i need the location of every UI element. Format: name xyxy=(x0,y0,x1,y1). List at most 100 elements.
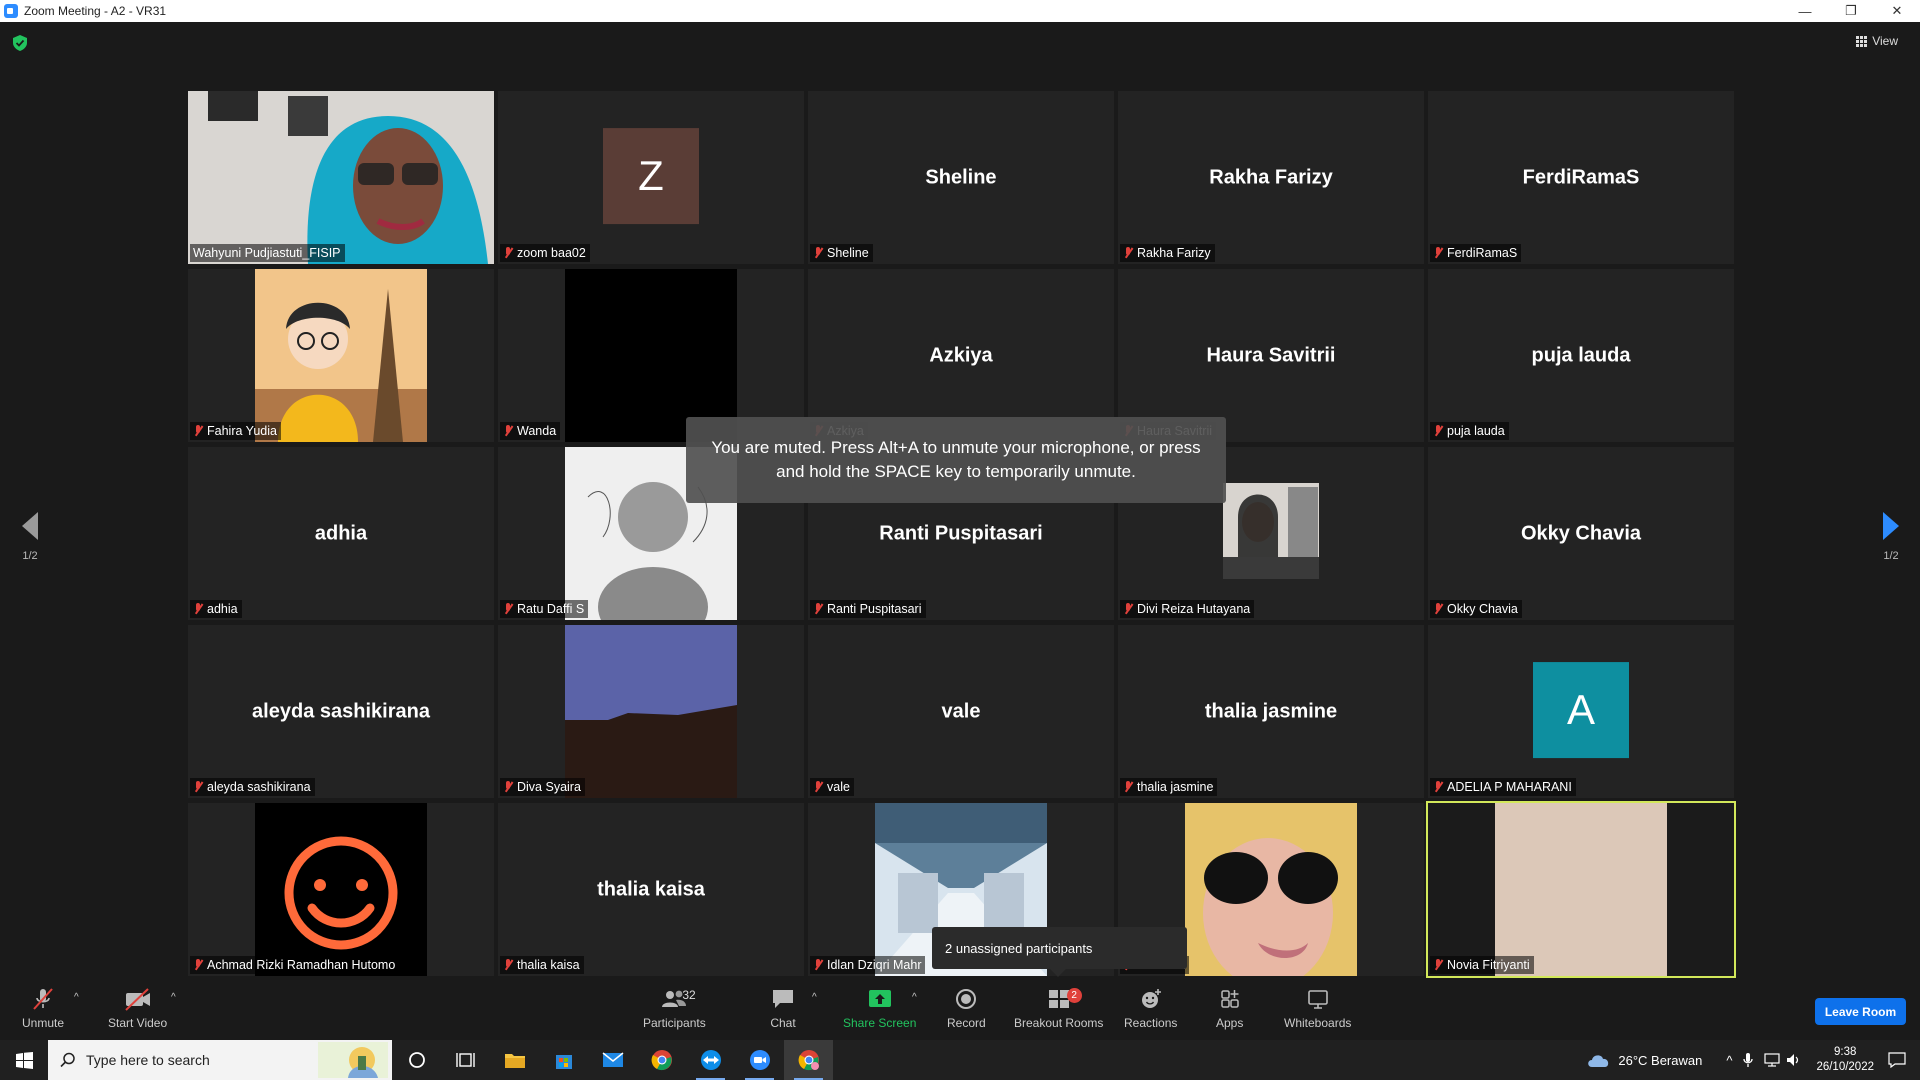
participant-tile[interactable]: Okky Chavia Okky Chavia xyxy=(1428,447,1734,620)
participant-name: zoom baa02 xyxy=(517,246,586,260)
participant-name-label: Fahira Yudia xyxy=(190,422,281,440)
participant-name-label: thalia jasmine xyxy=(1120,778,1218,796)
participant-tile[interactable]: Achmad Rizki Ramadhan Hutomo xyxy=(188,803,494,976)
microphone-muted-icon xyxy=(503,959,513,971)
search-placeholder: Type here to search xyxy=(86,1052,210,1068)
participant-name-label: FerdiRamaS xyxy=(1430,244,1522,262)
breakout-rooms-button[interactable]: 2 Breakout Rooms xyxy=(1014,986,1103,1036)
system-tray: 26°C Berawan ^ 9:38 26/10/2022 xyxy=(1586,1040,1920,1080)
microphone-muted-icon xyxy=(1123,603,1133,615)
record-button[interactable]: Record xyxy=(947,986,986,1036)
file-explorer-app[interactable] xyxy=(490,1040,539,1080)
microphone-muted-icon xyxy=(193,425,203,437)
participant-tile[interactable]: Fahira Yudia xyxy=(188,269,494,442)
participant-tile[interactable]: aleyda sashikirana aleyda sashikirana xyxy=(188,625,494,798)
participant-name-label: ADELIA P MAHARANI xyxy=(1430,778,1576,796)
share-screen-button[interactable]: Share Screen xyxy=(843,986,916,1036)
participant-name-label: Ratu Daffi S xyxy=(500,600,589,618)
share-options-caret-icon[interactable]: ^ xyxy=(912,992,917,1003)
microphone-muted-icon xyxy=(813,603,823,615)
volume-icon[interactable] xyxy=(1786,1053,1802,1067)
start-button[interactable] xyxy=(0,1040,48,1080)
close-button[interactable]: ✕ xyxy=(1874,0,1920,22)
unmute-button[interactable]: Unmute xyxy=(22,986,64,1036)
participant-video xyxy=(565,625,737,798)
participants-button[interactable]: 32 Participants xyxy=(643,986,706,1036)
weather-text[interactable]: 26°C Berawan xyxy=(1618,1053,1702,1068)
apps-label: Apps xyxy=(1216,1016,1244,1030)
microsoft-store-app[interactable] xyxy=(539,1040,588,1080)
muted-notification: You are muted. Press Alt+A to unmute you… xyxy=(686,417,1226,503)
participant-tile[interactable]: Wahyuni Pudjiastuti_FISIP xyxy=(188,91,494,264)
start-video-label: Start Video xyxy=(108,1016,168,1030)
participant-display-name: adhia xyxy=(314,522,368,544)
microphone-tray-icon[interactable] xyxy=(1742,1052,1754,1068)
participant-tile[interactable]: Novia Fitriyanti xyxy=(1426,801,1736,978)
participant-tile[interactable]: Sheline Sheline xyxy=(808,91,1114,264)
view-button[interactable]: View xyxy=(1856,34,1898,48)
participant-tile[interactable]: puja lauda puja lauda xyxy=(1428,269,1734,442)
apps-button[interactable]: Apps xyxy=(1216,986,1243,1036)
next-page-button[interactable]: 1/2 xyxy=(1876,512,1906,562)
show-hidden-icons-chevron-icon[interactable]: ^ xyxy=(1726,1053,1732,1068)
participant-tile[interactable]: Diva Syaira xyxy=(498,625,804,798)
video-options-caret-icon[interactable]: ^ xyxy=(171,992,176,1003)
share-screen-label: Share Screen xyxy=(843,1016,917,1030)
participant-name-label: adhia xyxy=(190,600,242,618)
audio-options-caret-icon[interactable]: ^ xyxy=(74,992,79,1003)
participant-name: Novia Fitriyanti xyxy=(1447,958,1530,972)
participant-name: Rakha Farizy xyxy=(1137,246,1211,260)
start-video-button[interactable]: Start Video xyxy=(108,986,167,1036)
encryption-shield-icon[interactable] xyxy=(13,35,27,51)
microphone-muted-icon xyxy=(503,603,513,615)
maximize-button[interactable]: ❐ xyxy=(1828,0,1874,22)
participant-name: vale xyxy=(827,780,850,794)
zoom-app[interactable] xyxy=(735,1040,784,1080)
participant-tile[interactable]: adhia adhia xyxy=(188,447,494,620)
participant-tile[interactable]: vale vale xyxy=(808,625,1114,798)
participant-display-name: Rakha Farizy xyxy=(1209,166,1333,188)
microphone-muted-icon xyxy=(1433,425,1443,437)
participant-name-label: Diva Syaira xyxy=(500,778,585,796)
network-icon[interactable] xyxy=(1764,1053,1781,1067)
participant-tile[interactable]: Zzoom baa02 xyxy=(498,91,804,264)
participant-video xyxy=(255,269,427,442)
task-view-icon xyxy=(455,1053,475,1067)
cloud-weather-icon xyxy=(1588,1055,1609,1067)
meeting-area: View 1/2 1/2 Wahyuni Pudjiastuti_FISIP Zz… xyxy=(0,22,1920,980)
chat-button[interactable]: Chat xyxy=(770,986,796,1036)
mail-app[interactable] xyxy=(588,1040,637,1080)
teamviewer-app[interactable] xyxy=(686,1040,735,1080)
chrome-app[interactable] xyxy=(637,1040,686,1080)
participant-name: Divi Reiza Hutayana xyxy=(1137,602,1251,616)
unassigned-participants-popup[interactable]: 2 unassigned participants xyxy=(932,927,1187,977)
search-icon xyxy=(60,1052,75,1068)
participant-name: puja lauda xyxy=(1447,424,1505,438)
chat-options-caret-icon[interactable]: ^ xyxy=(812,992,817,1003)
participant-tile[interactable]: thalia kaisa thalia kaisa xyxy=(498,803,804,976)
folder-icon xyxy=(504,1054,525,1068)
previous-page-button[interactable]: 1/2 xyxy=(15,512,45,562)
grid-view-icon xyxy=(1856,35,1868,47)
participant-tile[interactable]: FerdiRamaS FerdiRamaS xyxy=(1428,91,1734,264)
participant-tile[interactable]: Rakha Farizy Rakha Farizy xyxy=(1118,91,1424,264)
participant-tile[interactable]: A ADELIA P MAHARANI xyxy=(1428,625,1734,798)
microphone-muted-icon xyxy=(503,425,513,437)
task-view-button[interactable] xyxy=(441,1040,490,1080)
minimize-button[interactable]: — xyxy=(1782,0,1828,22)
clock-date: 26/10/2022 xyxy=(1816,1061,1874,1073)
microphone-muted-icon xyxy=(503,781,513,793)
taskbar-search-box[interactable]: Type here to search xyxy=(48,1040,392,1080)
chrome-profile-icon xyxy=(798,1050,819,1071)
participants-label: Participants xyxy=(643,1016,706,1030)
participant-name: adhia xyxy=(207,602,238,616)
cortana-button[interactable] xyxy=(392,1040,441,1080)
reactions-button[interactable]: Reactions xyxy=(1124,986,1177,1036)
leave-room-button[interactable]: Leave Room xyxy=(1815,998,1906,1025)
cortana-circle-icon xyxy=(408,1052,425,1068)
participant-tile[interactable]: thalia jasmine thalia jasmine xyxy=(1118,625,1424,798)
notification-center-icon[interactable] xyxy=(1888,1052,1906,1068)
whiteboards-button[interactable]: Whiteboards xyxy=(1284,986,1351,1036)
clock[interactable]: 9:38 26/10/2022 xyxy=(1816,1045,1874,1075)
chrome-profile-app[interactable] xyxy=(784,1040,833,1080)
